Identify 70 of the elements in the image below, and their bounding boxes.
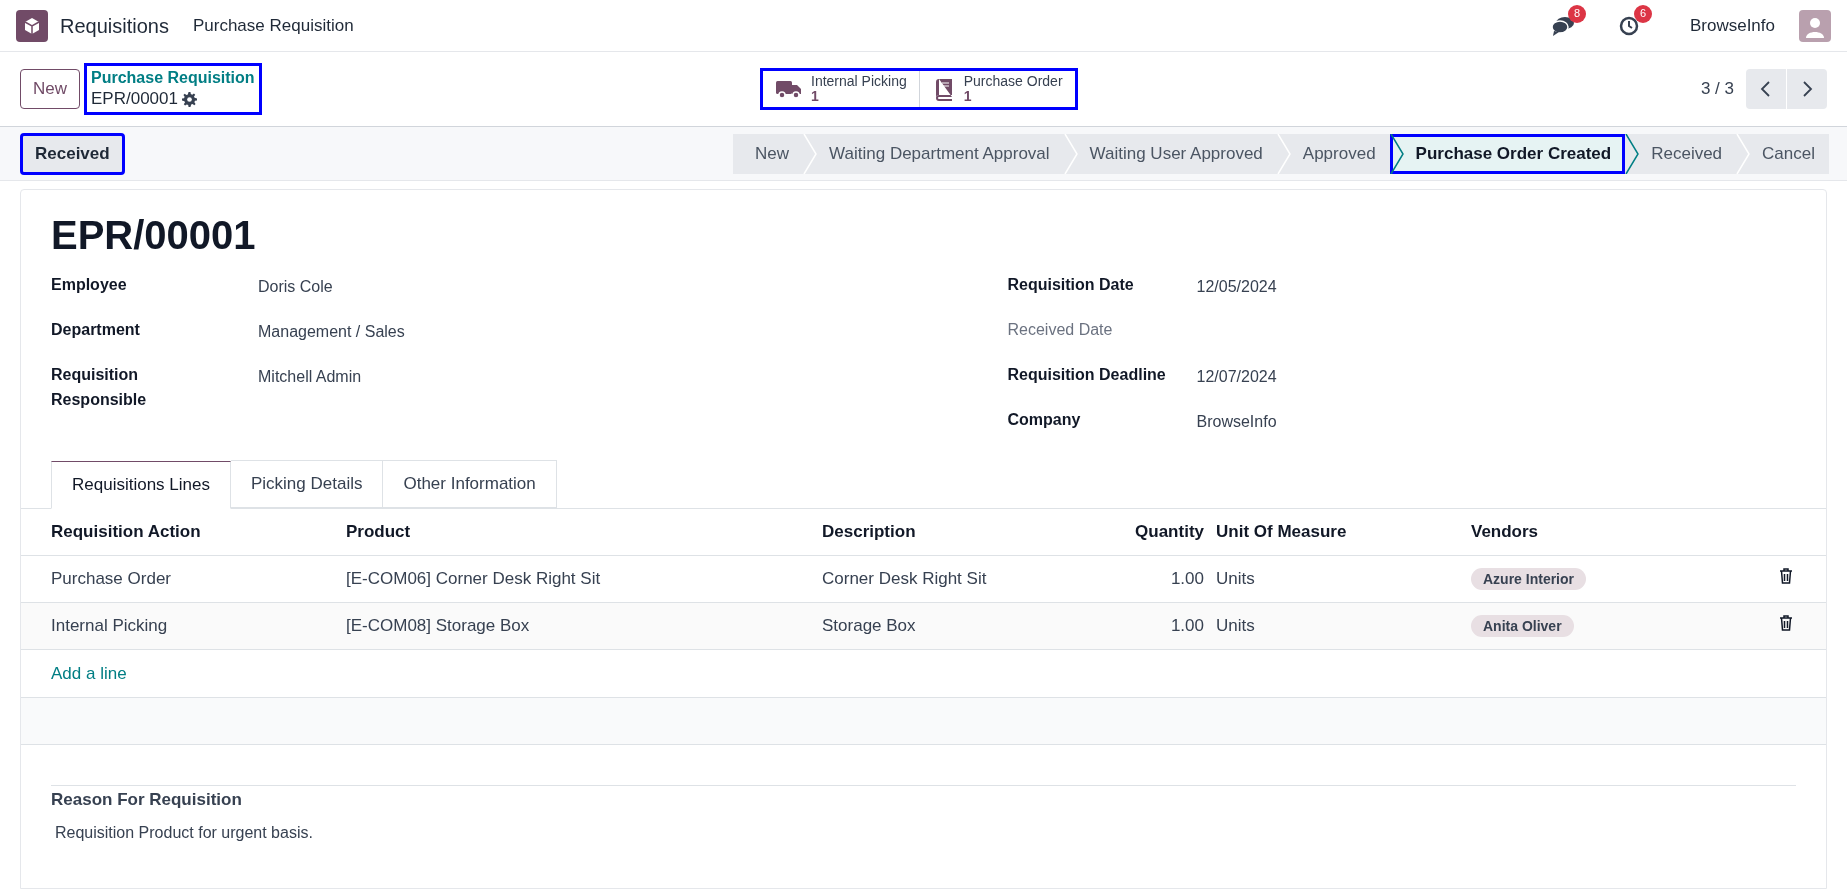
tab[interactable]: Picking Details: [230, 460, 384, 508]
reason-text[interactable]: Requisition Product for urgent basis.: [51, 820, 1796, 845]
tab[interactable]: Requisitions Lines: [51, 461, 231, 509]
status-stage[interactable]: Waiting User Approved: [1063, 133, 1277, 174]
chevron-divider: [1389, 133, 1404, 174]
table-cell: 1.00: [1170, 569, 1204, 589]
field-label: Employee: [51, 275, 128, 295]
trash-icon[interactable]: [1779, 568, 1793, 584]
trash-icon[interactable]: [1779, 615, 1793, 631]
chevron-divider: [1276, 133, 1291, 174]
field-label: Requisition Responsible: [51, 365, 148, 410]
column-header[interactable]: Unit Of Measure: [1216, 508, 1471, 556]
next-button[interactable]: [1787, 69, 1827, 109]
menu-item[interactable]: Purchase Requisition: [192, 12, 354, 39]
field-label: Received Date: [1007, 320, 1114, 340]
status-stage[interactable]: Approved: [1276, 133, 1390, 174]
field-label: Requisition Date: [1007, 275, 1135, 295]
table-cell: Internal Picking: [51, 616, 168, 636]
table-cell: Storage Box: [822, 616, 916, 636]
breadcrumb-link[interactable]: Purchase Requisition: [91, 68, 255, 89]
column-header[interactable]: Product: [346, 508, 822, 556]
vendor-tag: Azure Interior: [1471, 568, 1586, 590]
table-cell: 1.00: [1170, 616, 1204, 636]
table-cell: Units: [1216, 569, 1255, 589]
smart-button[interactable]: Internal Picking 1: [763, 71, 919, 107]
status-stage[interactable]: New: [733, 133, 804, 174]
status-stage[interactable]: Cancel: [1736, 133, 1829, 174]
field-label: Requisition Deadline: [1007, 365, 1167, 385]
field-label: Company: [1007, 410, 1082, 430]
column-header[interactable]: Quantity: [1082, 508, 1216, 556]
column-header[interactable]: Description: [822, 508, 1082, 556]
truck-icon: [775, 78, 803, 100]
section-label: Reason For Requisition: [51, 789, 243, 811]
field-value[interactable]: Doris Cole: [258, 272, 333, 317]
field-value[interactable]: 12/05/2024: [1196, 272, 1277, 317]
company-name[interactable]: BrowseInfo: [1689, 12, 1775, 39]
smart-button[interactable]: Purchase Order 1: [918, 71, 1075, 107]
table-cell: Corner Desk Right Sit: [822, 569, 987, 589]
badge-count: 8: [1567, 4, 1586, 23]
gear-icon[interactable]: [181, 91, 197, 107]
badge-count: 6: [1633, 4, 1652, 23]
chevron-divider: [803, 133, 818, 174]
field-value[interactable]: BrowseInfo: [1196, 407, 1277, 452]
column-header[interactable]: Vendors: [1471, 508, 1746, 556]
pager-value: 3 / 3: [1700, 78, 1734, 101]
add-line-link[interactable]: Add a line: [51, 663, 127, 683]
received-button[interactable]: Received: [20, 132, 125, 175]
table-cell: [E-COM06] Corner Desk Right Sit: [346, 569, 601, 589]
table-cell: Units: [1216, 616, 1255, 636]
field-value[interactable]: Management / Sales: [258, 317, 405, 362]
table-cell: [E-COM08] Storage Box: [346, 616, 530, 636]
field-label: Department: [51, 320, 141, 340]
chevron-divider: [1625, 133, 1640, 174]
column-header[interactable]: Requisition Action: [21, 508, 346, 556]
app-name[interactable]: Requisitions: [60, 10, 169, 41]
app-logo-icon[interactable]: [16, 9, 48, 42]
chevron-divider: [1063, 133, 1078, 174]
chevron-divider: [1736, 133, 1751, 174]
record-name: EPR/00001: [91, 88, 178, 110]
table-cell: Purchase Order: [51, 569, 171, 589]
new-button[interactable]: New: [20, 69, 80, 109]
previous-button[interactable]: [1746, 69, 1786, 109]
field-value[interactable]: 12/07/2024: [1196, 362, 1277, 407]
field-value[interactable]: Mitchell Admin: [258, 362, 362, 412]
status-stage[interactable]: Purchase Order Created: [1389, 133, 1626, 174]
vendor-tag: Anita Oliver: [1471, 615, 1574, 637]
tab[interactable]: Other Information: [383, 460, 557, 508]
record-title: EPR/00001: [51, 212, 257, 259]
status-stage[interactable]: Received: [1625, 133, 1737, 174]
status-stage[interactable]: Waiting Department Approval: [803, 133, 1064, 174]
